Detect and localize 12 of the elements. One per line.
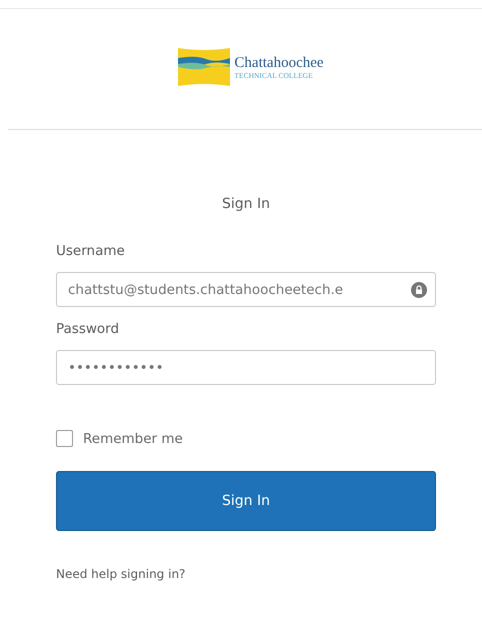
- lock-icon: [411, 282, 427, 298]
- help-link[interactable]: Need help signing in?: [56, 567, 186, 581]
- username-label: Username: [56, 243, 126, 261]
- password-field[interactable]: ••••••••••••: [56, 350, 436, 385]
- remember-checkbox[interactable]: [56, 430, 73, 447]
- flag-icon: [176, 46, 232, 88]
- username-field[interactable]: chattstu@students.chattahoocheetech.e: [56, 272, 436, 307]
- form-title: Sign In: [221, 196, 271, 214]
- password-label: Password: [56, 321, 120, 339]
- college-name: Chattahoochee: [234, 54, 324, 70]
- remember-label: Remember me: [83, 430, 183, 446]
- sign-in-button[interactable]: Sign In: [56, 471, 436, 531]
